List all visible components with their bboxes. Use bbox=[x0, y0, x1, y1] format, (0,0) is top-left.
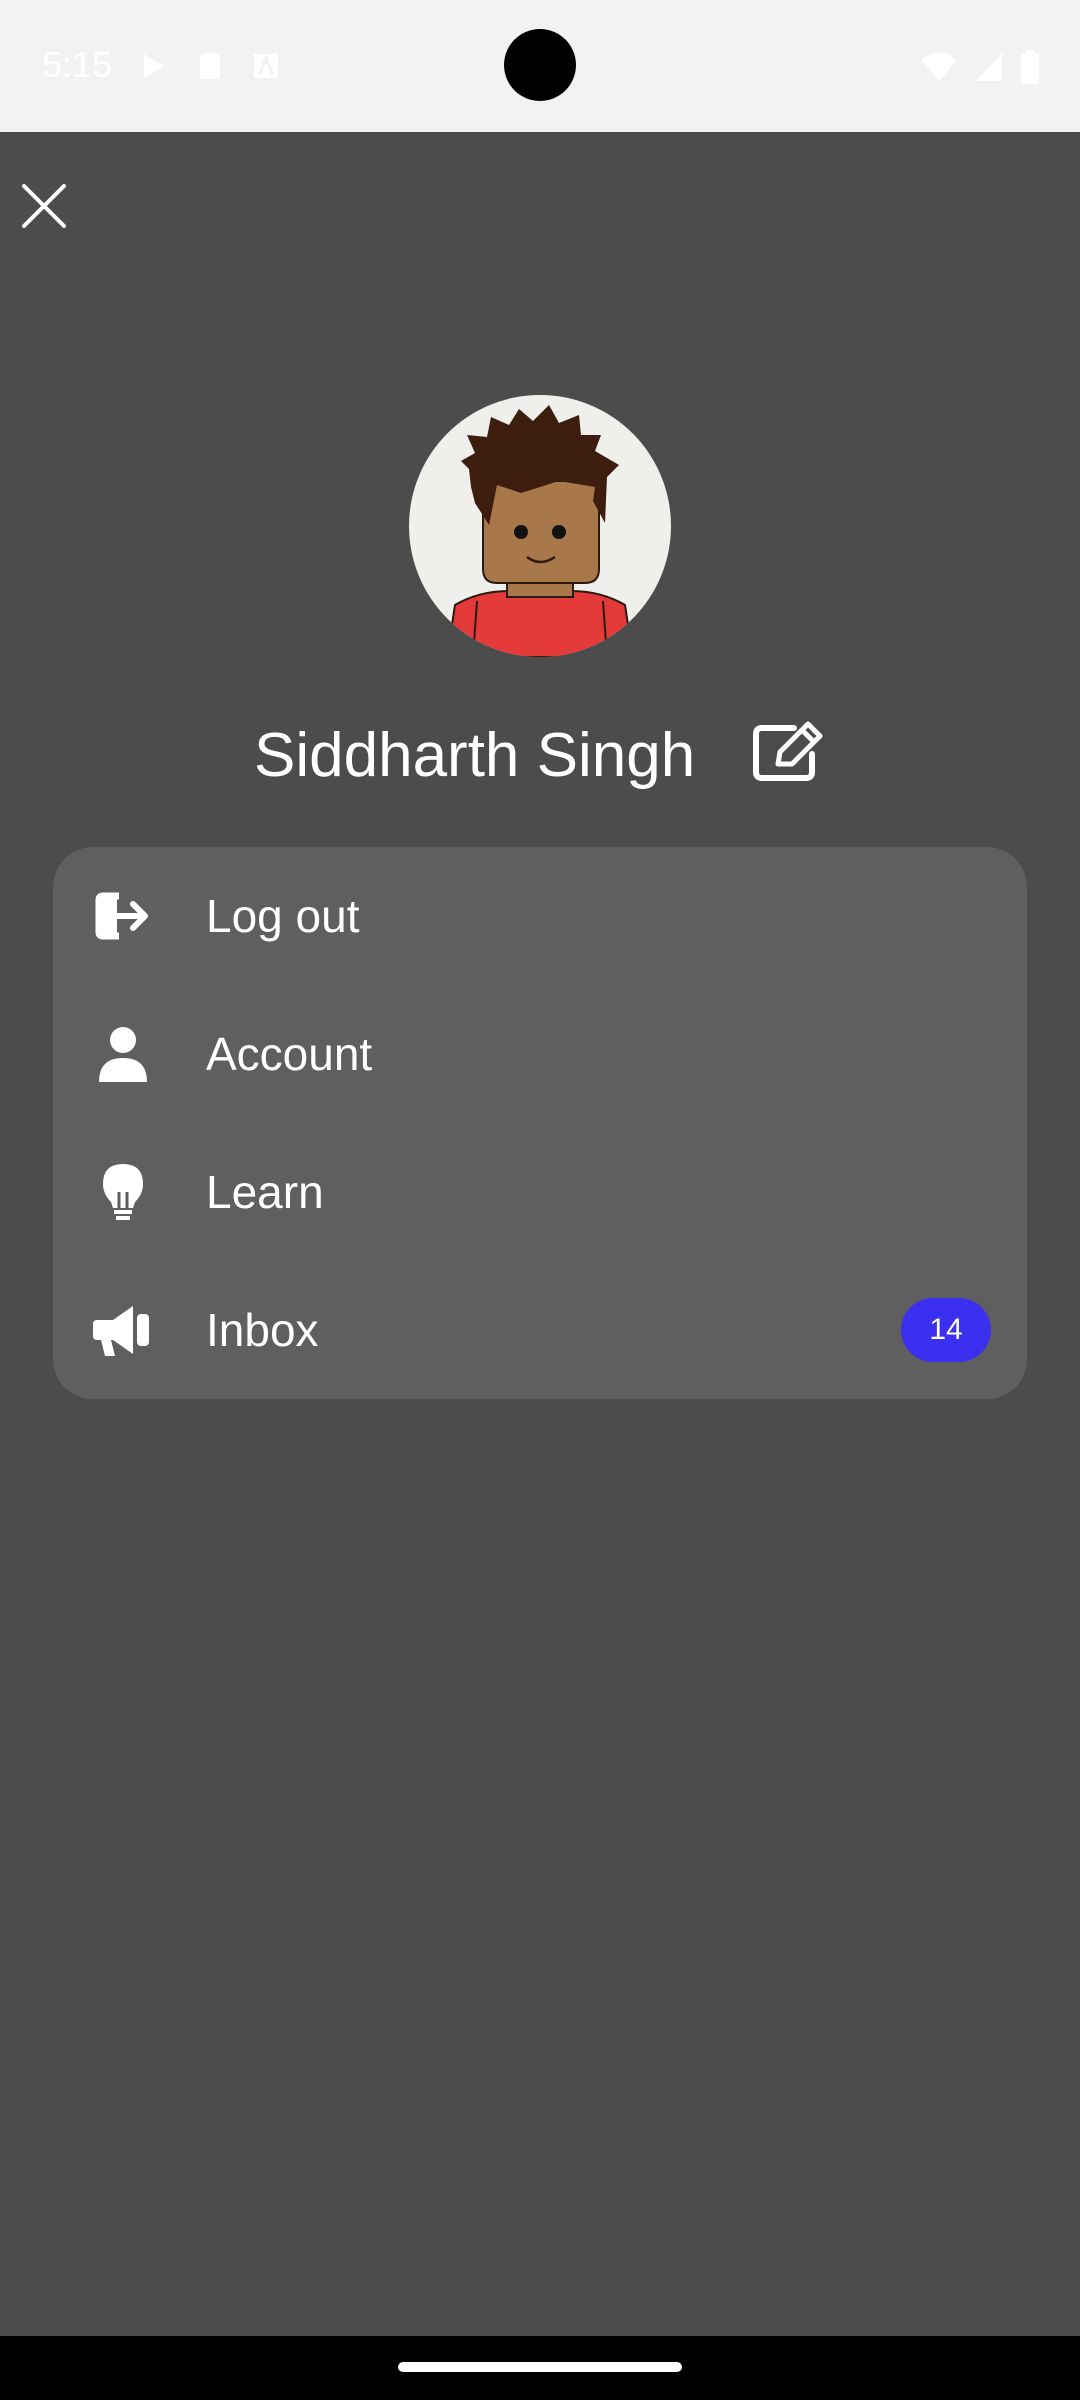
app-notification-icon bbox=[254, 53, 278, 78]
close-button[interactable] bbox=[14, 176, 74, 236]
menu-item-label: Log out bbox=[206, 890, 360, 942]
avatar[interactable] bbox=[409, 395, 671, 657]
sd-card-icon bbox=[200, 53, 220, 79]
system-icons bbox=[920, 50, 1040, 84]
edit-profile-button[interactable] bbox=[748, 712, 828, 792]
play-store-icon bbox=[144, 54, 164, 78]
signal-icon bbox=[976, 53, 1002, 81]
menu-item-account[interactable]: Account bbox=[53, 985, 1027, 1123]
person-icon bbox=[93, 1024, 153, 1084]
lightbulb-icon bbox=[93, 1162, 153, 1222]
megaphone-icon bbox=[93, 1300, 153, 1360]
home-gesture-handle[interactable] bbox=[398, 2362, 682, 2372]
battery-icon bbox=[1021, 50, 1039, 84]
front-camera bbox=[504, 29, 576, 101]
menu-item-label: Account bbox=[206, 1028, 373, 1080]
inbox-count-badge: 14 bbox=[901, 1298, 991, 1362]
edit-icon bbox=[753, 721, 823, 781]
menu-item-learn[interactable]: Learn bbox=[53, 1123, 1027, 1261]
status-time: 5:15 bbox=[42, 44, 113, 85]
close-icon bbox=[22, 184, 66, 228]
user-name: Siddharth Singh bbox=[254, 721, 696, 790]
profile-drawer: Siddharth Singh Log out Account Learn In… bbox=[0, 132, 1080, 2336]
status-bar: 5:15 bbox=[0, 0, 1080, 132]
navigation-bar bbox=[0, 2336, 1080, 2400]
menu-item-logout[interactable]: Log out bbox=[53, 847, 1027, 985]
menu-item-inbox[interactable]: Inbox 14 bbox=[53, 1261, 1027, 1399]
avatar-illustration bbox=[445, 405, 635, 657]
menu-card: Log out Account Learn Inbox 14 bbox=[53, 847, 1027, 1399]
wifi-icon bbox=[921, 52, 957, 81]
menu-item-label: Learn bbox=[206, 1166, 324, 1218]
notification-icons bbox=[138, 50, 282, 82]
menu-item-label: Inbox bbox=[206, 1304, 319, 1356]
logout-icon bbox=[93, 886, 153, 946]
user-name-row: Siddharth Singh bbox=[0, 712, 1080, 802]
